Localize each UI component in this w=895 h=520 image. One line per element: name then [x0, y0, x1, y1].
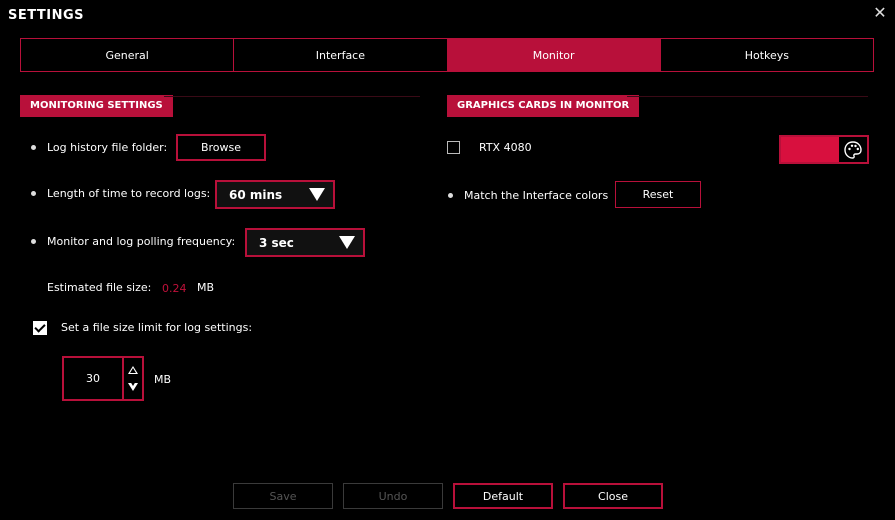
est-size-label: Estimated file size: — [47, 281, 152, 294]
section-divider — [627, 96, 868, 97]
match-colors-label: Match the Interface colors — [464, 189, 609, 202]
tab-bar: General Interface Monitor Hotkeys — [20, 38, 874, 72]
limit-checkbox[interactable] — [33, 321, 47, 335]
window-title: SETTINGS — [8, 8, 85, 23]
default-button[interactable]: Default — [453, 483, 553, 509]
card-checkbox[interactable] — [447, 141, 460, 154]
card-name: RTX 4080 — [479, 141, 532, 154]
bullet — [31, 239, 36, 244]
arrow-up-icon[interactable] — [128, 365, 138, 374]
color-swatch-fill — [781, 137, 839, 162]
tab-interface[interactable]: Interface — [233, 38, 447, 72]
browse-button[interactable]: Browse — [176, 134, 266, 161]
polling-label: Monitor and log polling frequency: — [47, 235, 236, 248]
limit-input[interactable]: 30 — [64, 358, 124, 399]
palette-icon[interactable] — [839, 137, 867, 162]
limit-label: Set a file size limit for log settings: — [61, 321, 253, 334]
bullet — [448, 193, 453, 198]
limit-unit: MB — [154, 373, 172, 386]
save-button[interactable]: Save — [233, 483, 333, 509]
tab-monitor[interactable]: Monitor — [446, 38, 660, 72]
est-size-unit: MB — [197, 281, 215, 294]
dropdown-arrow-icon — [339, 236, 355, 249]
section-divider — [164, 96, 420, 97]
close-icon[interactable]: ✕ — [871, 4, 889, 22]
polling-select[interactable]: 3 sec — [245, 228, 365, 257]
reset-button[interactable]: Reset — [615, 181, 701, 208]
undo-button[interactable]: Undo — [343, 483, 443, 509]
bullet — [31, 191, 36, 196]
monitoring-section-title: MONITORING SETTINGS — [20, 95, 173, 117]
graphics-section-title: GRAPHICS CARDS IN MONITOR — [447, 95, 640, 117]
tab-hotkeys[interactable]: Hotkeys — [659, 38, 874, 72]
arrow-down-icon[interactable] — [128, 381, 138, 392]
bullet — [31, 145, 36, 150]
limit-stepper: 30 — [62, 356, 144, 401]
close-button[interactable]: Close — [563, 483, 663, 509]
record-length-label: Length of time to record logs: — [47, 187, 211, 200]
card-color-picker[interactable] — [779, 135, 869, 164]
polling-value: 3 sec — [259, 235, 294, 250]
record-length-value: 60 mins — [229, 187, 283, 202]
est-size-value: 0.24 — [162, 282, 187, 295]
tab-general[interactable]: General — [20, 38, 234, 72]
log-folder-label: Log history file folder: — [47, 141, 168, 154]
dropdown-arrow-icon — [309, 188, 325, 201]
record-length-select[interactable]: 60 mins — [215, 180, 335, 209]
